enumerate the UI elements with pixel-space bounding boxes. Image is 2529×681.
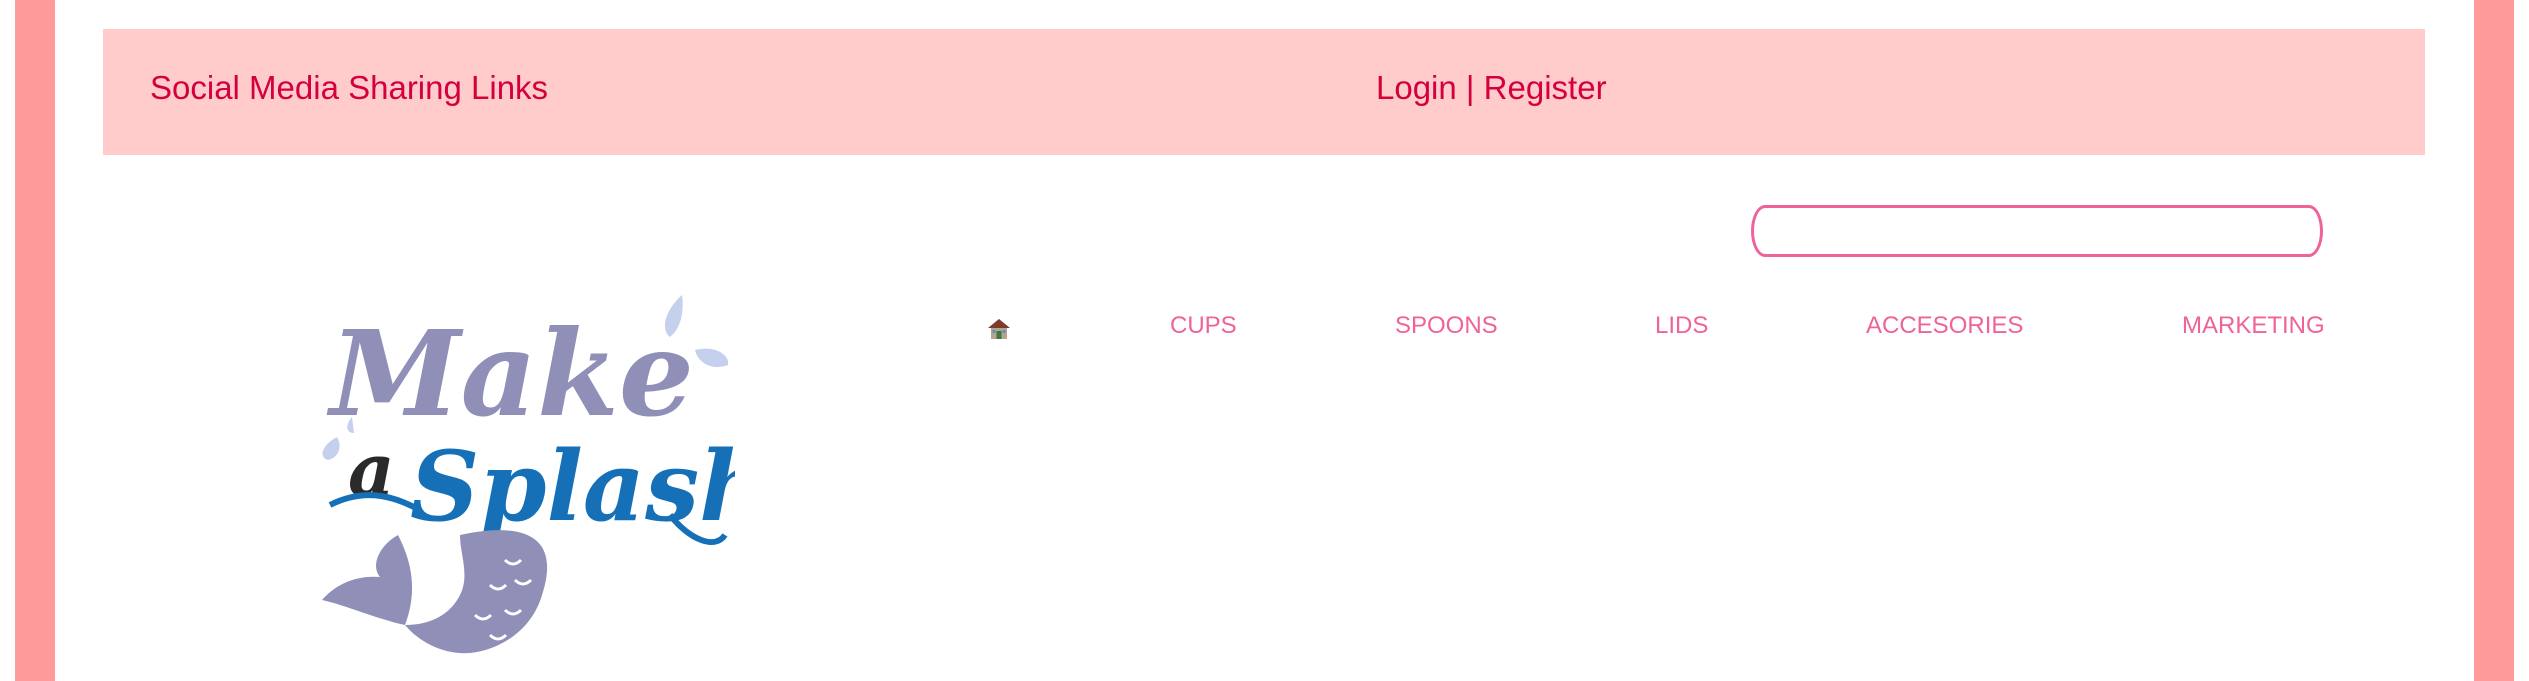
house-icon[interactable] — [988, 318, 1010, 340]
top-bar: Social Media Sharing Links Login | Regis… — [103, 29, 2425, 155]
left-frame-bar — [15, 0, 55, 681]
logo-text-splash: Splash — [410, 430, 735, 543]
logo-text-make: Make — [326, 304, 694, 443]
nav-item-accesories[interactable]: ACCESORIES — [1866, 314, 2023, 338]
social-media-links[interactable]: Social Media Sharing Links — [150, 71, 548, 104]
nav-item-lids[interactable]: LIDS — [1655, 314, 1708, 338]
separator: | — [1465, 69, 1475, 106]
nav-item-marketing[interactable]: MARKETING — [2182, 314, 2325, 338]
make-a-splash-logo[interactable]: Make a Splash — [310, 265, 735, 655]
account-links: Login | Register — [1376, 71, 1607, 104]
mermaid-tail-icon — [322, 530, 548, 654]
nav-item-cups[interactable]: CUPS — [1170, 314, 1237, 338]
search-input[interactable] — [1751, 205, 2323, 257]
nav-item-spoons[interactable]: SPOONS — [1395, 314, 1498, 338]
register-link[interactable]: Register — [1484, 69, 1607, 106]
login-link[interactable]: Login — [1376, 69, 1457, 106]
right-frame-bar — [2474, 0, 2514, 681]
